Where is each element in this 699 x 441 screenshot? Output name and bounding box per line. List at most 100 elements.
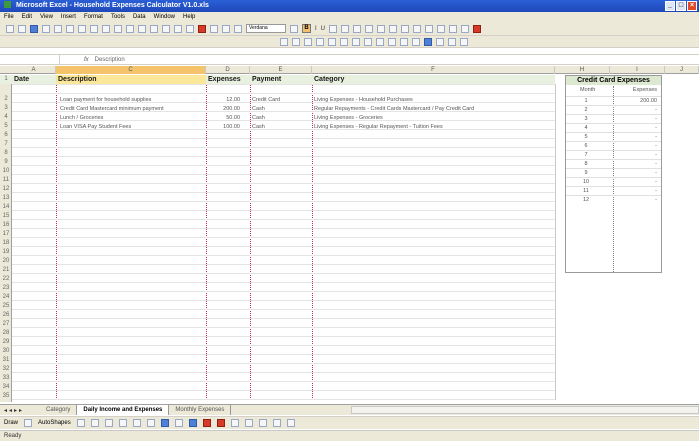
tool-icon-10[interactable]: [388, 37, 396, 46]
cc-row[interactable]: 11-: [566, 186, 661, 195]
row-number[interactable]: 30: [0, 348, 12, 354]
header-expenses[interactable]: Expenses: [206, 75, 250, 84]
undo-icon[interactable]: [126, 24, 134, 33]
draw-menu[interactable]: Draw: [4, 420, 18, 426]
row-number[interactable]: 18: [0, 240, 12, 246]
row-number[interactable]: 13: [0, 195, 12, 201]
tab-category[interactable]: Category: [40, 405, 78, 415]
menu-help[interactable]: Help: [183, 14, 195, 20]
tool-icon-4[interactable]: [316, 37, 324, 46]
tab-monthly-expenses[interactable]: Monthly Expenses: [169, 405, 232, 415]
row-number[interactable]: 3: [0, 105, 12, 111]
tool-icon-6[interactable]: [340, 37, 348, 46]
picture-icon[interactable]: [174, 419, 183, 427]
hyperlink-icon[interactable]: [150, 24, 158, 33]
font-size-icon[interactable]: [290, 24, 298, 33]
cc-row[interactable]: 12 -: [566, 195, 661, 204]
format-painter-icon[interactable]: [114, 24, 122, 33]
cc-row[interactable]: 5-: [566, 132, 661, 141]
name-box[interactable]: [0, 55, 60, 64]
row-number[interactable]: 9: [0, 159, 12, 165]
decrease-decimal-icon[interactable]: [425, 24, 434, 33]
header-description[interactable]: Description: [56, 75, 206, 84]
chart-wizard-icon[interactable]: [198, 24, 206, 33]
save-icon[interactable]: [30, 24, 38, 33]
cell-category[interactable]: Living Expenses - Household Purchases: [314, 96, 552, 104]
font-name-box[interactable]: Verdana: [246, 24, 286, 33]
sort-desc-icon[interactable]: [186, 24, 194, 33]
row-number[interactable]: 2: [0, 96, 12, 102]
fill-icon[interactable]: [188, 419, 197, 427]
maximize-icon[interactable]: □: [676, 1, 686, 11]
cell-expenses[interactable]: 200.00: [208, 105, 240, 113]
col-header-h[interactable]: H: [555, 66, 610, 74]
textbox-icon[interactable]: [132, 419, 141, 427]
row-number[interactable]: 15: [0, 213, 12, 219]
indent-icon[interactable]: [437, 24, 446, 33]
tool-icon-3[interactable]: [304, 37, 312, 46]
align-right-icon[interactable]: [353, 24, 362, 33]
row-number[interactable]: 35: [0, 393, 12, 399]
cell-payment[interactable]: Cash: [252, 114, 310, 122]
row-number[interactable]: 12: [0, 186, 12, 192]
comma-icon[interactable]: [401, 24, 410, 33]
row-number[interactable]: 28: [0, 330, 12, 336]
cell-payment[interactable]: Cash: [252, 123, 310, 131]
row-number[interactable]: 4: [0, 114, 12, 120]
cell-description[interactable]: Loan payment for household supplies: [60, 96, 204, 104]
cell-description[interactable]: Credit Card Mastercard minimum payment: [60, 105, 204, 113]
tool-icon-15[interactable]: [448, 37, 456, 46]
menu-data[interactable]: Data: [133, 14, 146, 20]
tab-daily-income-expenses[interactable]: Daily Income and Expenses: [77, 405, 170, 415]
row-number[interactable]: 16: [0, 222, 12, 228]
menu-format[interactable]: Format: [84, 14, 103, 20]
col-header-e[interactable]: E: [250, 66, 312, 74]
cc-row[interactable]: 10-: [566, 177, 661, 186]
tool-icon-1[interactable]: [280, 37, 288, 46]
tool-icon-5[interactable]: [328, 37, 336, 46]
cell-category[interactable]: Living Expenses - Groceries: [314, 114, 552, 122]
borders-icon[interactable]: [449, 24, 458, 33]
increase-decimal-icon[interactable]: [413, 24, 422, 33]
paste-icon[interactable]: [102, 24, 110, 33]
header-payment[interactable]: Payment: [250, 75, 312, 84]
oval-icon[interactable]: [118, 419, 127, 427]
currency-icon[interactable]: [377, 24, 386, 33]
cell-payment[interactable]: Credit Card: [252, 96, 310, 104]
dash-style-icon[interactable]: [244, 419, 253, 427]
tool-icon-2[interactable]: [292, 37, 300, 46]
row-number[interactable]: 6: [0, 132, 12, 138]
cell-category[interactable]: Living Expenses - Regular Repayment - Tu…: [314, 123, 552, 131]
line-style-icon[interactable]: [230, 419, 239, 427]
col-header-i[interactable]: I: [610, 66, 665, 74]
percent-icon[interactable]: [389, 24, 398, 33]
row-number[interactable]: 21: [0, 267, 12, 273]
row-number[interactable]: 24: [0, 294, 12, 300]
horizontal-scrollbar[interactable]: [351, 406, 699, 414]
cc-row[interactable]: 1 200.00: [566, 96, 661, 105]
sort-asc-icon[interactable]: [174, 24, 182, 33]
preview-icon[interactable]: [54, 24, 62, 33]
arrow-style-icon[interactable]: [258, 419, 267, 427]
bold-button[interactable]: B: [302, 24, 311, 33]
tool-icon-8[interactable]: [364, 37, 372, 46]
row-number[interactable]: 1: [0, 76, 12, 82]
cell-expenses[interactable]: 12.00: [208, 96, 240, 104]
row-number[interactable]: 29: [0, 339, 12, 345]
3d-icon[interactable]: [286, 419, 295, 427]
row-number[interactable]: 10: [0, 168, 12, 174]
tool-icon-12[interactable]: [412, 37, 420, 46]
row-number[interactable]: 23: [0, 285, 12, 291]
row-number[interactable]: 19: [0, 249, 12, 255]
drawing-icon[interactable]: [210, 24, 218, 33]
menu-insert[interactable]: Insert: [61, 14, 76, 20]
row-number[interactable]: 22: [0, 276, 12, 282]
shadow-icon[interactable]: [272, 419, 281, 427]
align-left-icon[interactable]: [329, 24, 338, 33]
col-header-j[interactable]: J: [665, 66, 699, 74]
font-color-icon[interactable]: [473, 24, 482, 33]
row-number[interactable]: 5: [0, 123, 12, 129]
tool-icon-7[interactable]: [352, 37, 360, 46]
print-icon[interactable]: [42, 24, 50, 33]
row-number[interactable]: 20: [0, 258, 12, 264]
